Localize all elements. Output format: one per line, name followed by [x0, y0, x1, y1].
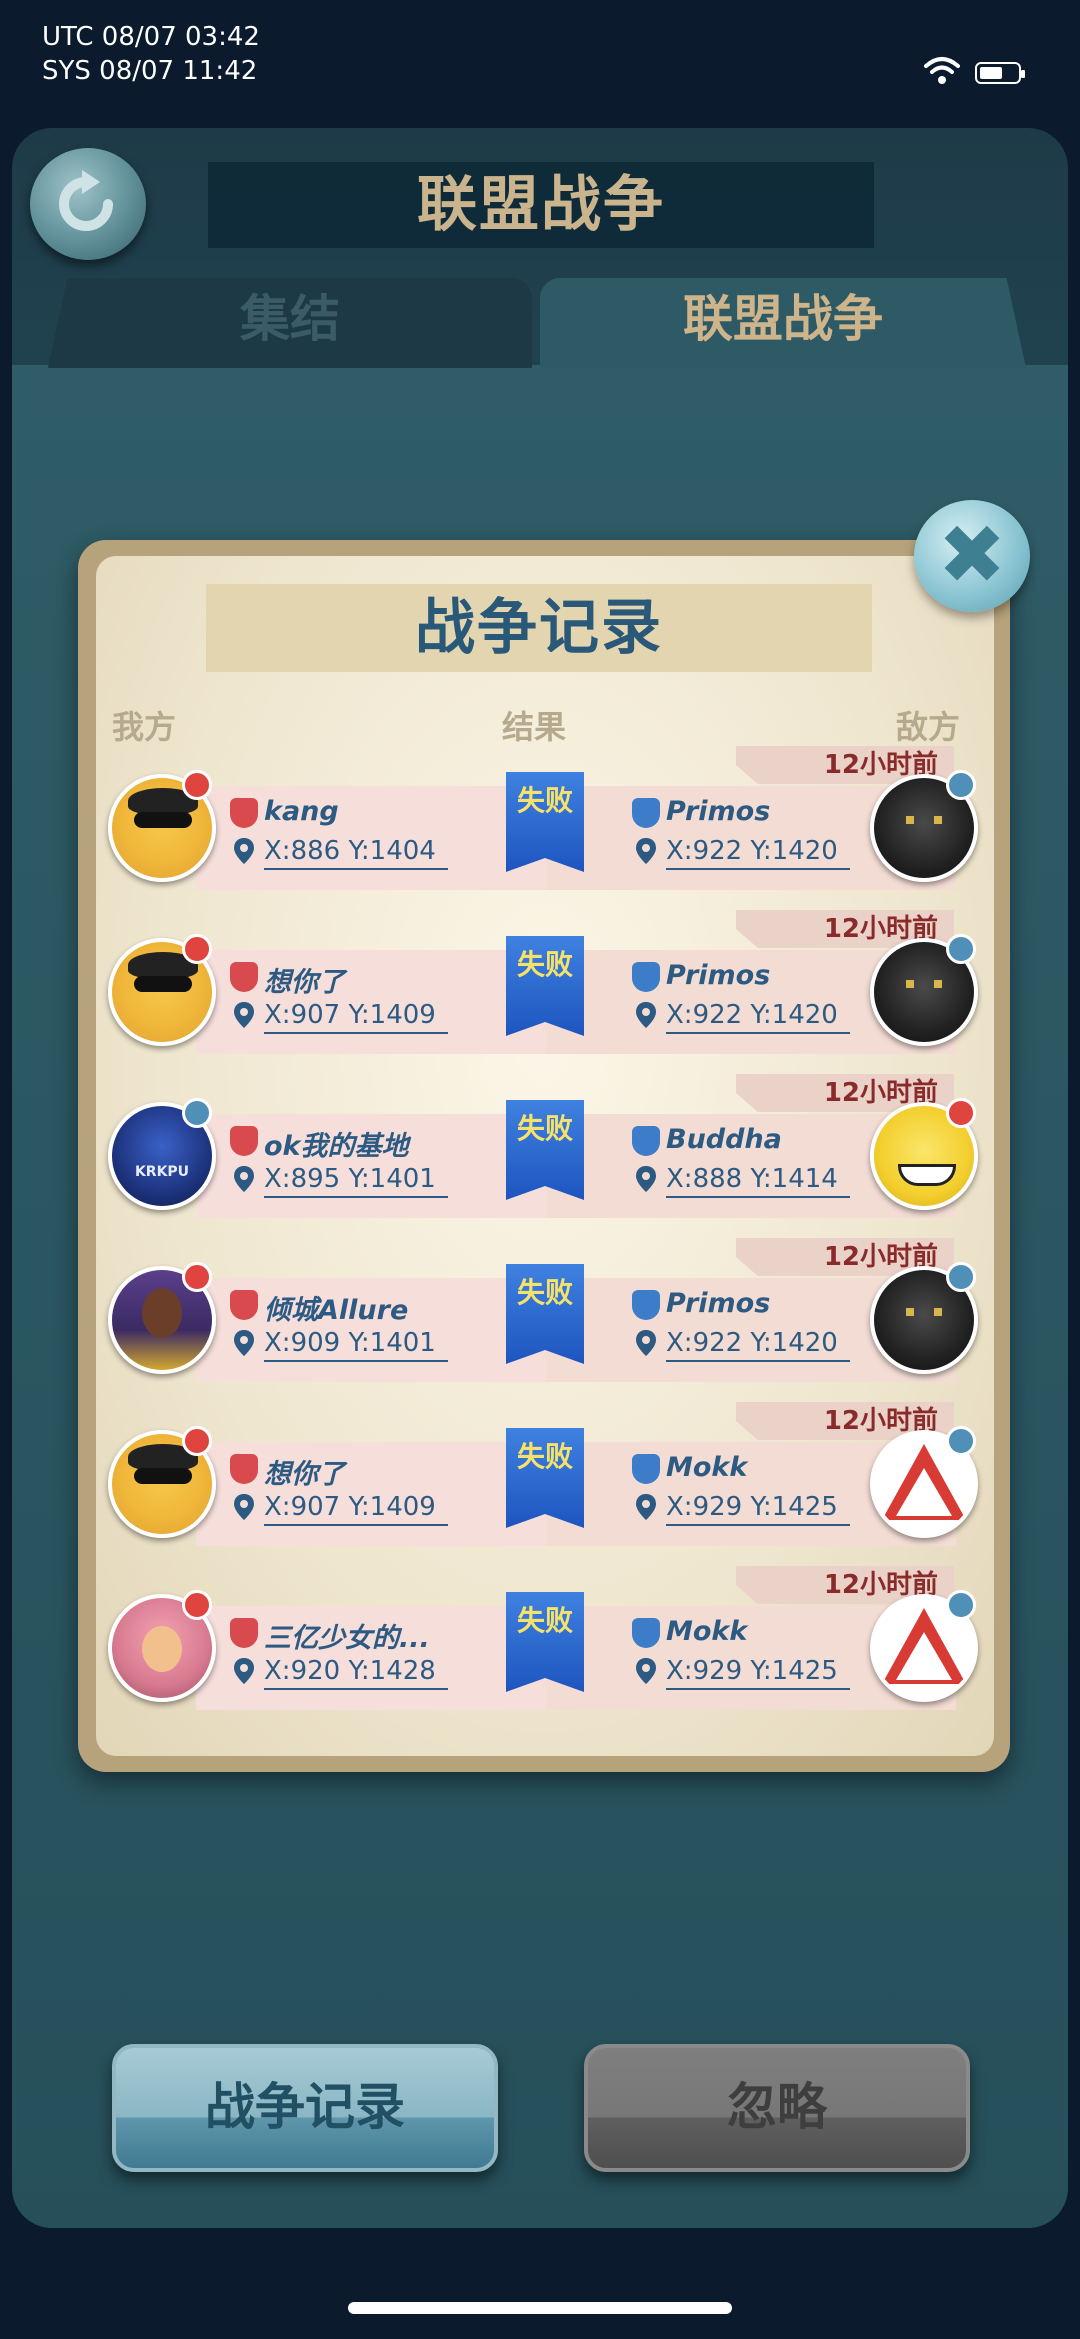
shield-badge-icon: [946, 1262, 976, 1292]
wifi-icon: [924, 57, 960, 84]
my-player-name: ok我的基地: [264, 1131, 409, 1162]
my-player-name: 三亿少女的...: [264, 1623, 430, 1654]
red-shield-icon: [230, 798, 258, 828]
shield-badge-icon: [182, 1098, 212, 1128]
red-shield-icon: [230, 1126, 258, 1156]
enemy-coordinates-link[interactable]: X:922 Y:1420: [666, 1328, 850, 1362]
column-header-enemy: 敌方: [896, 708, 961, 746]
enemy-coordinates-link[interactable]: X:922 Y:1420: [666, 836, 850, 870]
my-coordinates-link[interactable]: X:895 Y:1401: [264, 1164, 448, 1198]
ignore-button[interactable]: 忽略: [584, 2044, 970, 2172]
enemy-player-name: Primos: [666, 1288, 771, 1319]
location-pin-icon: [234, 1002, 254, 1028]
close-button[interactable]: ✖: [914, 500, 1030, 612]
shield-badge-icon: [946, 1590, 976, 1620]
shield-badge-icon: [946, 1426, 976, 1456]
dialog-title: 战争记录: [415, 593, 663, 663]
my-coordinates-link[interactable]: X:907 Y:1409: [264, 1000, 448, 1034]
enemy-coordinates-link[interactable]: X:922 Y:1420: [666, 1000, 850, 1034]
location-pin-icon: [234, 1494, 254, 1520]
battery-icon: [975, 62, 1025, 84]
column-header-mine: 我方: [112, 708, 177, 746]
enemy-player-name: Primos: [666, 960, 771, 991]
sword-badge-icon: [182, 1590, 212, 1620]
red-shield-icon: [230, 1618, 258, 1648]
result-ribbon: 失败: [506, 1592, 584, 1692]
blue-shield-icon: [632, 962, 660, 992]
tab-alliance-war[interactable]: 联盟战争: [540, 278, 1026, 368]
result-ribbon: 失败: [506, 772, 584, 872]
war-record-row[interactable]: 12小时前 三亿少女的... X:920 Y:1428 失败 Mokk X:92…: [96, 1566, 994, 1716]
war-record-row[interactable]: 12小时前 想你了 X:907 Y:1409 失败 Mokk X:929 Y:1…: [96, 1402, 994, 1552]
location-pin-icon: [234, 838, 254, 864]
enemy-player-name: Mokk: [666, 1452, 748, 1483]
shield-badge-icon: [946, 934, 976, 964]
blue-shield-icon: [632, 1126, 660, 1156]
result-ribbon: 失败: [506, 1100, 584, 1200]
blue-shield-icon: [632, 798, 660, 828]
sys-time: SYS 08/07 11:42: [42, 56, 258, 86]
location-pin-icon: [636, 1002, 656, 1028]
war-record-row[interactable]: 12小时前 kang X:886 Y:1404 失败 Primos X:922 …: [96, 746, 994, 896]
location-pin-icon: [636, 1166, 656, 1192]
sword-badge-icon: [182, 770, 212, 800]
war-record-row[interactable]: 12小时前 ok我的基地 X:895 Y:1401 失败 Buddha X:88…: [96, 1074, 994, 1224]
war-record-row[interactable]: 12小时前 想你了 X:907 Y:1409 失败 Primos X:922 Y…: [96, 910, 994, 1060]
status-bar: UTC 08/07 03:42 SYS 08/07 11:42: [0, 0, 1080, 125]
location-pin-icon: [636, 1330, 656, 1356]
war-record-row[interactable]: 12小时前 倾城Allure X:909 Y:1401 失败 Primos X:…: [96, 1238, 994, 1388]
page-title: 联盟战争: [417, 170, 665, 240]
tab-rally[interactable]: 集结: [48, 278, 532, 368]
home-indicator[interactable]: [348, 2302, 732, 2314]
enemy-player-name: Mokk: [666, 1616, 748, 1647]
red-shield-icon: [230, 962, 258, 992]
shield-badge-icon: [946, 770, 976, 800]
sword-badge-icon: [182, 934, 212, 964]
sword-badge-icon: [182, 1262, 212, 1292]
enemy-coordinates-link[interactable]: X:929 Y:1425: [666, 1492, 850, 1526]
blue-shield-icon: [632, 1618, 660, 1648]
my-coordinates-link[interactable]: X:909 Y:1401: [264, 1328, 448, 1362]
utc-time: UTC 08/07 03:42: [42, 22, 260, 52]
location-pin-icon: [234, 1166, 254, 1192]
location-pin-icon: [234, 1330, 254, 1356]
column-header-result: 结果: [502, 708, 567, 746]
my-player-name: kang: [264, 796, 339, 827]
back-arrow-icon: [59, 170, 113, 231]
my-player-name: 想你了: [264, 967, 345, 998]
red-shield-icon: [230, 1290, 258, 1320]
result-ribbon: 失败: [506, 936, 584, 1036]
result-ribbon: 失败: [506, 1428, 584, 1528]
location-pin-icon: [636, 838, 656, 864]
my-player-name: 想你了: [264, 1459, 345, 1490]
red-shield-icon: [230, 1454, 258, 1484]
enemy-player-name: Buddha: [666, 1124, 782, 1155]
enemy-coordinates-link[interactable]: X:888 Y:1414: [666, 1164, 850, 1198]
back-button[interactable]: [30, 148, 146, 260]
result-ribbon: 失败: [506, 1264, 584, 1364]
blue-shield-icon: [632, 1454, 660, 1484]
sword-badge-icon: [946, 1098, 976, 1128]
location-pin-icon: [234, 1658, 254, 1684]
my-player-name: 倾城Allure: [264, 1295, 409, 1326]
my-coordinates-link[interactable]: X:907 Y:1409: [264, 1492, 448, 1526]
system-navigation-bar: [0, 2240, 1080, 2339]
enemy-player-name: Primos: [666, 796, 771, 827]
sword-badge-icon: [182, 1426, 212, 1456]
close-icon: ✖: [937, 508, 1007, 603]
my-coordinates-link[interactable]: X:920 Y:1428: [264, 1656, 448, 1690]
enemy-coordinates-link[interactable]: X:929 Y:1425: [666, 1656, 850, 1690]
location-pin-icon: [636, 1658, 656, 1684]
my-coordinates-link[interactable]: X:886 Y:1404: [264, 836, 448, 870]
blue-shield-icon: [632, 1290, 660, 1320]
location-pin-icon: [636, 1494, 656, 1520]
war-records-button[interactable]: 战争记录: [112, 2044, 498, 2172]
